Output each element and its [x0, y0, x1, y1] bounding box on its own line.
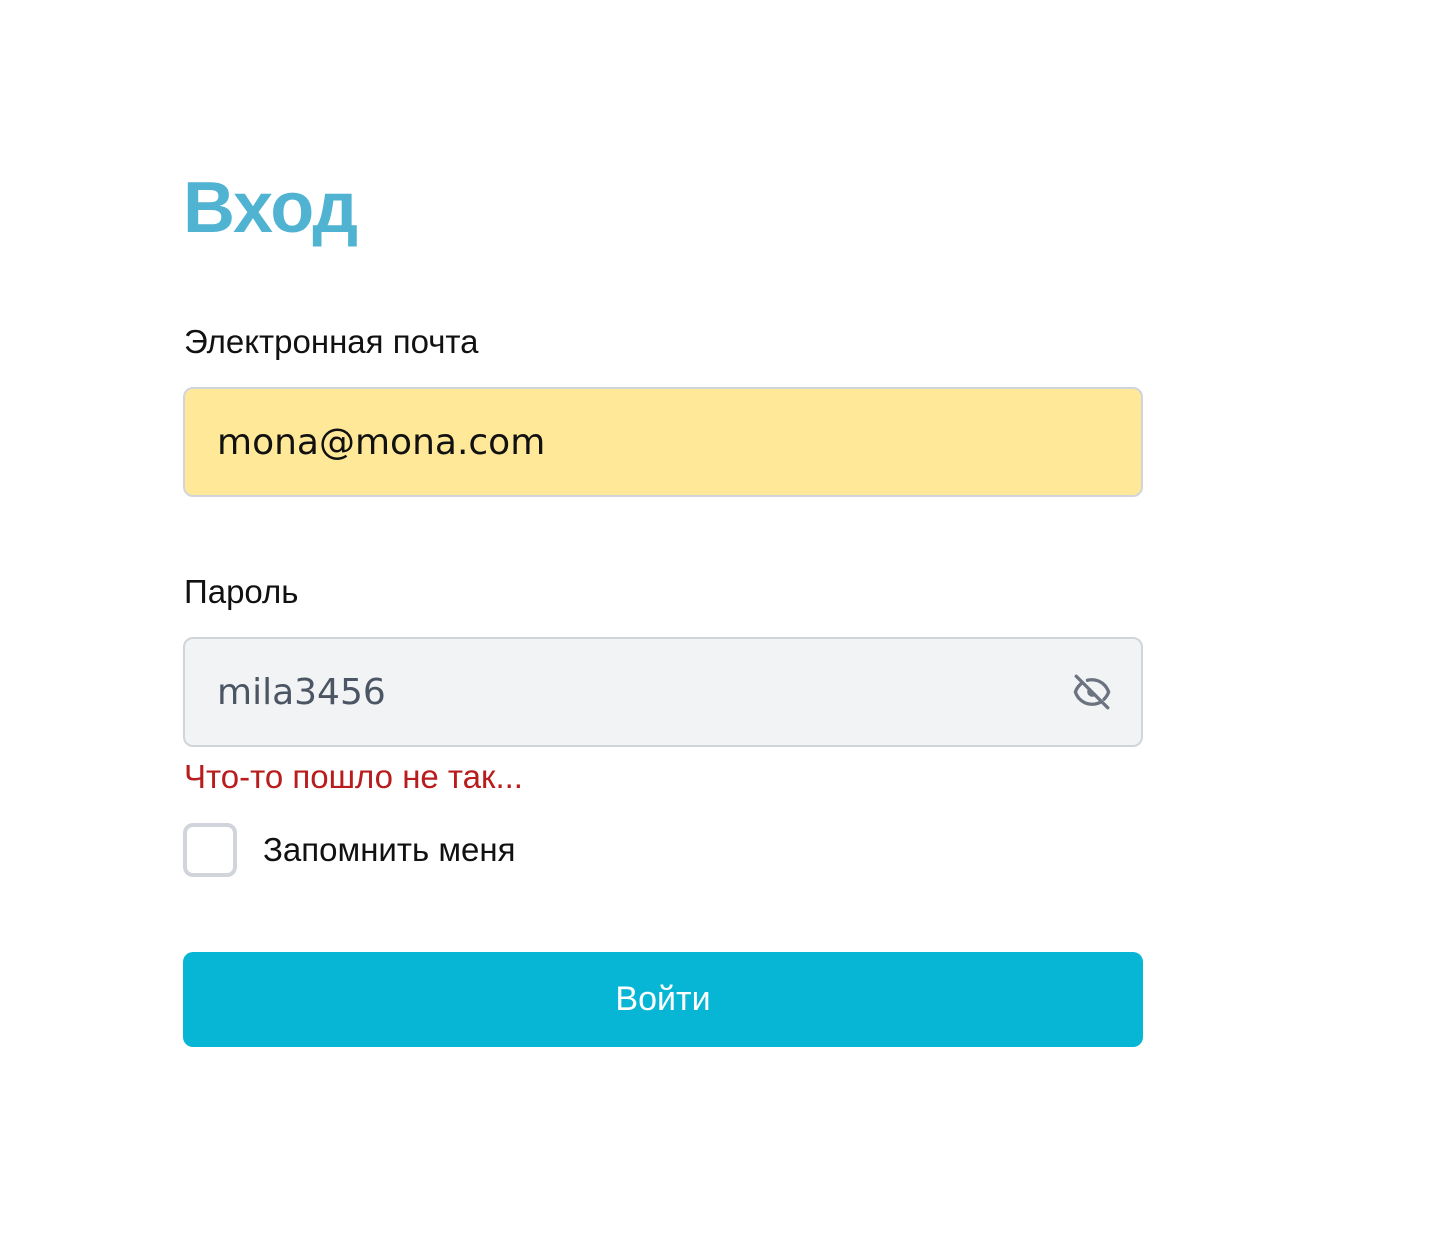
eye-off-icon[interactable] — [1069, 669, 1115, 715]
remember-me: Запомнить меня — [183, 822, 515, 878]
password-input[interactable] — [185, 639, 1141, 745]
login-page: Вход Электронная почта Пароль Что-то пош… — [0, 0, 1452, 1250]
password-field-container — [183, 637, 1143, 747]
login-button[interactable]: Войти — [183, 952, 1143, 1047]
remember-me-label[interactable]: Запомнить меня — [263, 830, 515, 870]
email-field-container — [183, 387, 1143, 497]
email-input[interactable] — [185, 389, 1141, 495]
remember-me-checkbox[interactable] — [183, 823, 237, 877]
password-label: Пароль — [184, 573, 299, 610]
email-label: Электронная почта — [184, 323, 479, 360]
page-title: Вход — [183, 168, 358, 248]
error-message: Что-то пошло не так... — [184, 758, 523, 795]
